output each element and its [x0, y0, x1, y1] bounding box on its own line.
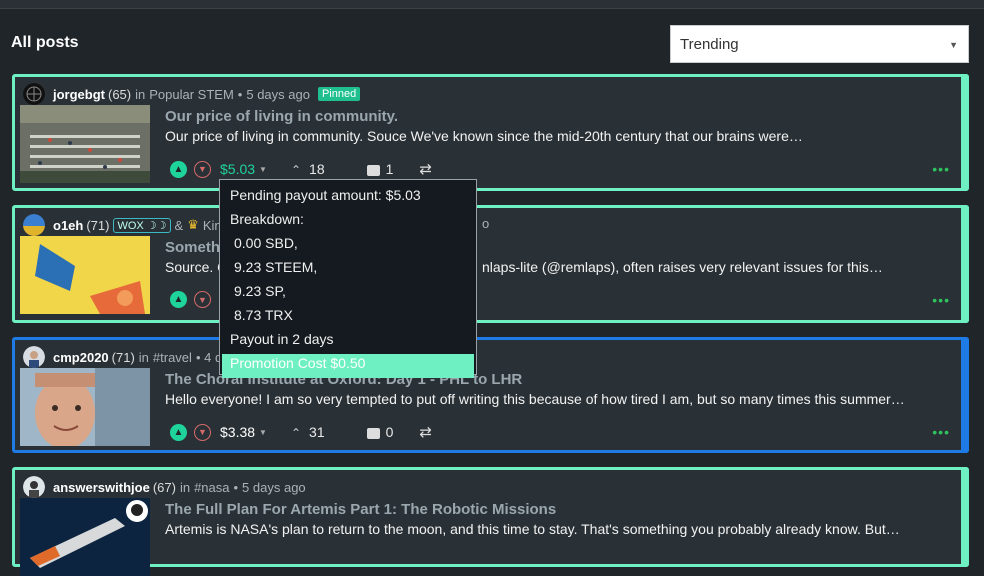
author-reputation: (65)	[108, 86, 132, 102]
chevron-down-icon[interactable]: ▼	[259, 165, 267, 174]
upvote-icon[interactable]: ▲	[170, 160, 187, 178]
payout-tooltip: Pending payout amount: $5.03 Breakdown: …	[219, 179, 477, 378]
post-meta: o1eh (71) WOX ☽☽ & ♛ Kin	[23, 214, 222, 236]
post-age: 5 days ago	[242, 479, 306, 495]
more-options-icon[interactable]: •••	[932, 292, 950, 308]
comment-count[interactable]: 1	[366, 161, 393, 177]
chevron-up-icon: ⌃	[290, 426, 302, 440]
breakdown-steem: 9.23 STEEM,	[234, 259, 318, 275]
post-actions: ▲ ▼	[170, 291, 211, 308]
payout-value[interactable]: $3.38	[220, 424, 255, 440]
payout-time: Payout in 2 days	[230, 331, 334, 347]
post-excerpt[interactable]: Artemis is NASA's plan to return to the …	[165, 521, 900, 537]
post-actions: ▲ ▼ $5.03 ▼ ⌃ 18 1 ⇄	[170, 160, 432, 178]
vote-count[interactable]: ⌃ 18	[291, 161, 325, 177]
chevron-down-icon: ▼	[949, 40, 958, 50]
crown-icon: ♛	[187, 217, 199, 232]
post-thumbnail[interactable]	[20, 236, 150, 314]
post-card[interactable]: o1eh (71) WOX ☽☽ & ♛ Kin o Somethi Sourc…	[12, 205, 969, 323]
avatar[interactable]	[23, 214, 45, 236]
post-excerpt-continued[interactable]: nlaps-lite (@remlaps), often raises very…	[482, 259, 883, 275]
author-reputation: (67)	[152, 479, 176, 495]
avatar[interactable]	[23, 346, 45, 368]
vote-count[interactable]: ⌃ 31	[291, 424, 325, 440]
more-options-icon[interactable]: •••	[932, 161, 950, 177]
community-badge: WOX ☽☽	[113, 217, 171, 233]
breakdown-label: Breakdown:	[230, 211, 304, 227]
more-options-icon[interactable]: •••	[932, 424, 950, 440]
chevron-down-icon[interactable]: ▼	[259, 428, 267, 437]
post-excerpt[interactable]: Hello everyone! I am so very tempted to …	[165, 391, 905, 407]
post-card[interactable]: jorgebgt (65) in Popular STEM • 5 days a…	[12, 74, 969, 191]
post-thumbnail[interactable]	[20, 498, 150, 576]
post-actions: ▲ ▼ $3.38 ▼ ⌃ 31 0 ⇄	[170, 423, 432, 441]
avatar[interactable]	[23, 83, 45, 105]
breakdown-trx: 8.73 TRX	[234, 307, 293, 323]
author-name[interactable]: answerswithjoe	[53, 480, 150, 495]
downvote-icon[interactable]: ▼	[194, 423, 211, 441]
promotion-cost: Promotion Cost $0.50	[222, 354, 474, 378]
post-excerpt[interactable]: Our price of living in community. Souce …	[165, 128, 803, 144]
post-excerpt[interactable]: Source. C	[165, 259, 227, 275]
downvote-icon[interactable]: ▼	[194, 160, 211, 178]
comment-icon	[366, 427, 380, 439]
reblog-icon[interactable]: ⇄	[419, 423, 432, 441]
community-link[interactable]: #travel	[153, 350, 192, 365]
post-age: o	[482, 216, 490, 231]
upvote-icon[interactable]: ▲	[170, 291, 187, 308]
author-reputation: (71)	[111, 349, 135, 365]
page-title: All posts	[11, 34, 79, 51]
sort-selected-value: Trending	[680, 35, 739, 53]
post-meta: jorgebgt (65) in Popular STEM • 5 days a…	[23, 83, 361, 105]
downvote-icon[interactable]: ▼	[194, 291, 211, 308]
author-name[interactable]: jorgebgt	[53, 87, 105, 102]
breakdown-sbd: 0.00 SBD,	[234, 235, 298, 251]
comment-count[interactable]: 0	[366, 424, 393, 440]
top-bar	[0, 0, 984, 9]
pinned-badge: Pinned	[317, 87, 361, 101]
post-title[interactable]: Our price of living in community.	[165, 108, 398, 125]
upvote-icon[interactable]: ▲	[170, 423, 187, 441]
pending-payout: Pending payout amount: $5.03	[230, 187, 421, 203]
post-meta: answerswithjoe (67) in #nasa • 5 days ag…	[23, 476, 306, 498]
community-link[interactable]: Popular STEM	[149, 87, 234, 102]
post-age: 5 days ago	[246, 86, 310, 102]
post-meta: cmp2020 (71) in #travel • 4 d	[23, 346, 222, 368]
payout-value[interactable]: $5.03	[220, 161, 255, 177]
sort-select[interactable]: Trending ▼	[670, 25, 969, 63]
breakdown-sp: 9.23 SP,	[234, 283, 286, 299]
community-link[interactable]: #nasa	[194, 480, 229, 495]
author-reputation: (71)	[86, 217, 110, 233]
reblog-icon[interactable]: ⇄	[419, 160, 432, 178]
author-name[interactable]: o1eh	[53, 218, 83, 233]
post-card[interactable]: cmp2020 (71) in #travel • 4 d The Choral…	[12, 337, 969, 453]
comment-icon	[366, 164, 380, 176]
post-title[interactable]: The Full Plan For Artemis Part 1: The Ro…	[165, 501, 556, 518]
post-card[interactable]: answerswithjoe (67) in #nasa • 5 days ag…	[12, 467, 969, 576]
chevron-up-icon: ⌃	[290, 163, 302, 177]
post-thumbnail[interactable]	[20, 105, 150, 183]
post-thumbnail[interactable]	[20, 368, 150, 446]
avatar[interactable]	[23, 476, 45, 498]
post-title[interactable]: Somethi	[165, 239, 224, 256]
author-name[interactable]: cmp2020	[53, 350, 109, 365]
